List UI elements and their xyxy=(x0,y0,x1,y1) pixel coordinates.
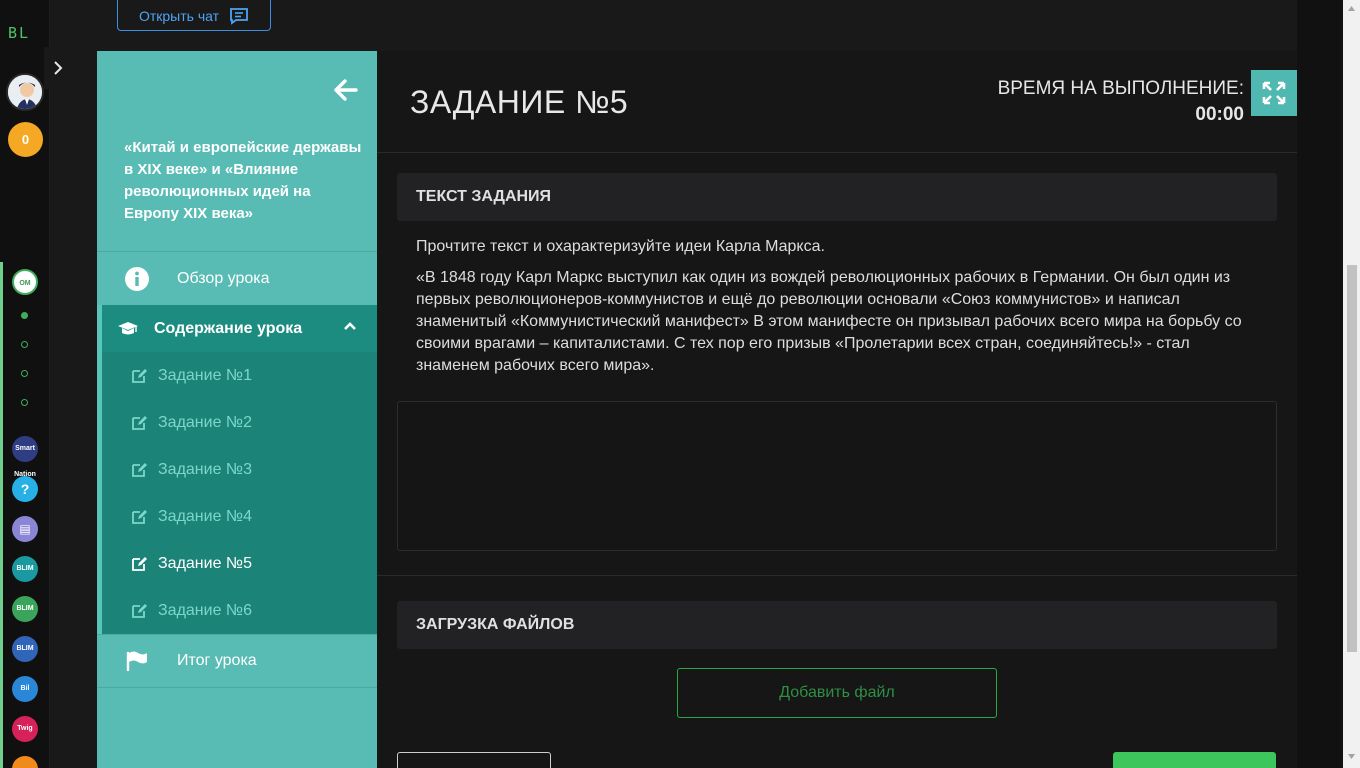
step-dot[interactable] xyxy=(21,370,28,377)
twig-app-icon[interactable]: Twig xyxy=(12,716,38,742)
step-dot[interactable] xyxy=(21,399,28,406)
task-item-5[interactable]: Задание №5 xyxy=(102,540,377,587)
nav-lesson-overview[interactable]: Обзор урока xyxy=(97,251,377,305)
page-gutter xyxy=(50,0,97,768)
scrollbar[interactable] xyxy=(1343,0,1360,768)
coins-badge[interactable]: 0 xyxy=(8,122,43,157)
cards-app-icon[interactable]: ▤ xyxy=(12,516,38,542)
blim-land-app-icon[interactable]: BLIM xyxy=(12,596,38,622)
step-dot[interactable] xyxy=(21,312,28,319)
smart-nation-app-icon[interactable]: Smart Nation xyxy=(12,436,38,478)
timer-value: 00:00 xyxy=(1195,104,1244,125)
step-dot[interactable] xyxy=(21,341,28,348)
online-mektep-app-icon[interactable]: OM xyxy=(12,269,38,295)
graduation-cap-icon xyxy=(118,321,138,334)
task-item-1[interactable]: Задание №1 xyxy=(102,352,377,399)
brand-logo[interactable]: BL xyxy=(8,24,42,42)
back-arrow-icon[interactable] xyxy=(334,79,358,101)
blim-book-app-icon[interactable]: BLIM xyxy=(12,636,38,662)
nav-lesson-overview-label: Обзор урока xyxy=(177,269,270,287)
divider xyxy=(377,152,1297,153)
nav-lesson-content-label: Содержание урока xyxy=(154,319,303,337)
help-app-icon[interactable]: ? xyxy=(12,476,38,502)
scroll-down-icon[interactable] xyxy=(1347,752,1356,761)
user-avatar-icon xyxy=(8,75,42,109)
primary-button[interactable] xyxy=(1113,752,1276,768)
edit-icon xyxy=(132,416,147,430)
task-text: «В 1848 году Карл Маркс выступил как оди… xyxy=(416,269,1242,374)
avatar[interactable] xyxy=(6,73,44,111)
nav-lesson-summary-label: Итог урока xyxy=(177,652,257,669)
flag-icon xyxy=(126,651,147,671)
expand-icon xyxy=(1262,81,1286,105)
task-item-label: Задание №2 xyxy=(158,413,252,431)
top-bar xyxy=(97,0,1297,51)
secondary-button[interactable] xyxy=(397,752,551,768)
task-item-label: Задание №1 xyxy=(158,366,252,384)
blim-center-app-icon[interactable]: BLIM xyxy=(12,556,38,582)
info-icon xyxy=(125,266,149,291)
divider xyxy=(377,575,1297,576)
task-main: ЗАДАНИЕ №5 ВРЕМЯ НА ВЫПОЛНЕНИЕ: 00:00 ТЕ… xyxy=(377,51,1297,768)
task-item-6[interactable]: Задание №6 xyxy=(102,587,377,634)
edit-icon xyxy=(132,510,147,524)
page-gutter-right xyxy=(1297,0,1343,768)
fullscreen-button[interactable] xyxy=(1251,70,1297,116)
task-item-label: Задание №6 xyxy=(158,601,252,619)
file-upload-header: ЗАГРУЗКА ФАЙЛОВ xyxy=(397,601,1277,649)
edit-icon xyxy=(132,369,147,383)
page-title: ЗАДАНИЕ №5 xyxy=(410,84,629,120)
nav-lesson-content[interactable]: Содержание урока xyxy=(97,305,377,352)
task-item-label: Задание №3 xyxy=(158,460,252,478)
open-chat-label: Открыть чат xyxy=(138,7,220,24)
task-list: Задание №1 Задание №2 Задание №3 Задание… xyxy=(97,352,377,634)
task-item-label: Задание №4 xyxy=(158,507,252,525)
task-item-3[interactable]: Задание №3 xyxy=(102,446,377,493)
course-title: «Китай и европейские державы в XIX веке»… xyxy=(124,139,362,222)
timer-label: ВРЕМЯ НА ВЫПОЛНЕНИЕ: xyxy=(997,78,1244,99)
add-file-button[interactable]: Добавить файл xyxy=(677,668,997,718)
task-item-4[interactable]: Задание №4 xyxy=(102,493,377,540)
chevron-up-icon xyxy=(344,322,356,330)
task-intro: Прочтите текст и охарактеризуйте идеи Ка… xyxy=(416,238,825,255)
nav-lesson-summary[interactable]: Итог урока xyxy=(97,634,377,688)
bil-app-icon[interactable]: Bil xyxy=(12,676,38,702)
task-item-label: Задание №5 xyxy=(158,554,252,572)
open-chat-button[interactable]: Открыть чат xyxy=(117,0,271,31)
chat-icon xyxy=(230,7,248,25)
chevron-right-icon xyxy=(54,61,63,75)
task-text-header: ТЕКСТ ЗАДАНИЯ xyxy=(397,173,1277,221)
scrollbar-thumb[interactable] xyxy=(1347,265,1357,652)
edit-icon xyxy=(132,557,147,571)
app-rail: BL 0 OM Smart Nation ? ▤ BLIM BLIM BLIM … xyxy=(0,0,50,768)
task-item-2[interactable]: Задание №2 xyxy=(102,399,377,446)
edit-icon xyxy=(132,604,147,618)
scroll-up-icon[interactable] xyxy=(1347,4,1356,13)
course-sidebar: «Китай и европейские державы в XIX веке»… xyxy=(97,51,377,768)
edit-icon xyxy=(132,463,147,477)
answer-input[interactable] xyxy=(397,401,1277,551)
